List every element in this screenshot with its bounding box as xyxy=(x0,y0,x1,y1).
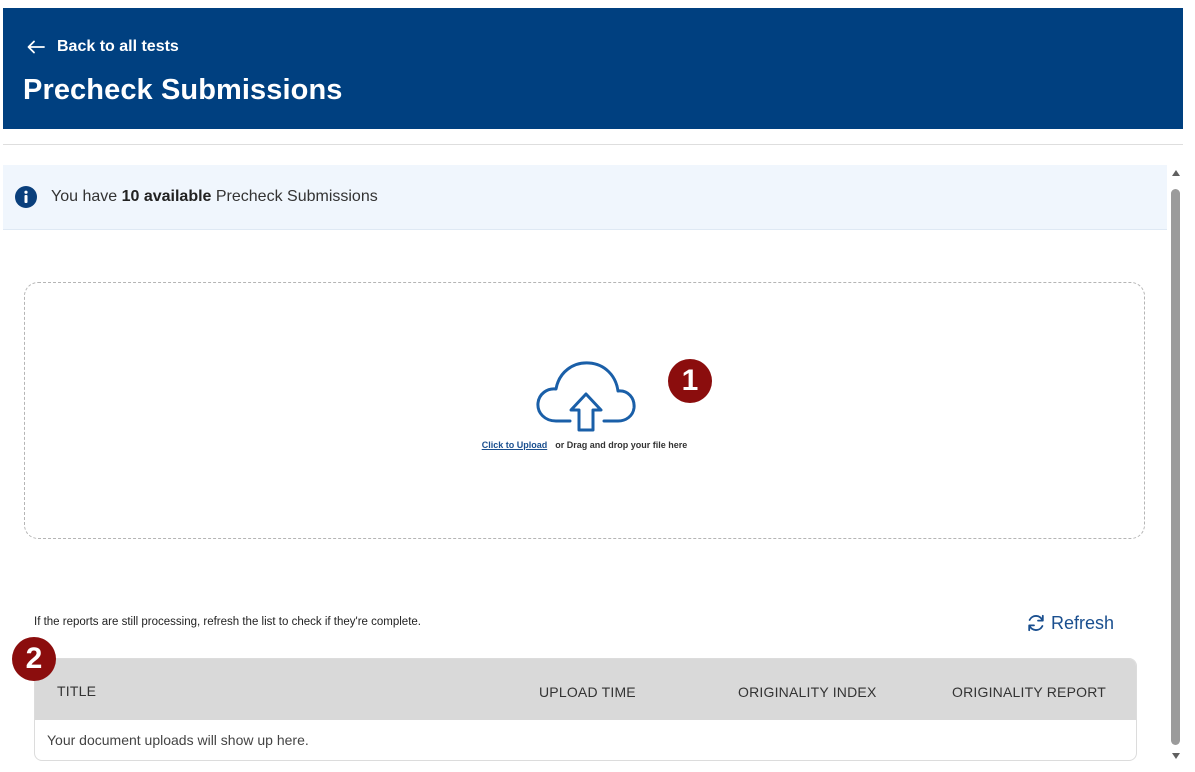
column-header-originality-index[interactable]: ORIGINALITY INDEX xyxy=(738,684,877,700)
table-header: TITLE UPLOAD TIME ORIGINALITY INDEX ORIG… xyxy=(35,659,1136,720)
back-link-label: Back to all tests xyxy=(57,38,179,55)
back-to-all-tests-link[interactable]: Back to all tests xyxy=(27,36,179,58)
info-suffix: Precheck Submissions xyxy=(211,188,378,205)
annotation-badge-2: 2 xyxy=(12,637,56,681)
annotation-badge-1: 1 xyxy=(668,359,712,403)
column-header-originality-report[interactable]: ORIGINALITY REPORT xyxy=(952,684,1106,700)
upload-instructions: Click to Upload or Drag and drop your fil… xyxy=(25,440,1144,450)
column-header-title[interactable]: TITLE xyxy=(57,683,96,699)
drag-drop-hint: or Drag and drop your file here xyxy=(555,440,688,450)
scroll-up-arrow[interactable] xyxy=(1172,170,1180,176)
cloud-upload-icon xyxy=(536,361,636,432)
info-banner: You have 10 available Precheck Submissio… xyxy=(3,165,1167,230)
file-dropzone[interactable]: Click to Upload or Drag and drop your fil… xyxy=(24,282,1145,539)
processing-note: If the reports are still processing, ref… xyxy=(34,616,421,628)
available-count: 10 available xyxy=(121,188,212,205)
vertical-scrollbar[interactable] xyxy=(1168,165,1183,765)
header-divider xyxy=(3,144,1183,145)
scroll-thumb[interactable] xyxy=(1171,189,1180,745)
submissions-table: TITLE UPLOAD TIME ORIGINALITY INDEX ORIG… xyxy=(34,658,1137,761)
arrow-left-icon xyxy=(27,40,45,54)
info-icon xyxy=(15,186,37,208)
page-header: Back to all tests Precheck Submissions xyxy=(3,8,1183,129)
table-empty-message: Your document uploads will show up here. xyxy=(47,732,309,748)
column-header-upload-time[interactable]: UPLOAD TIME xyxy=(539,684,636,700)
scroll-down-arrow[interactable] xyxy=(1172,753,1180,759)
info-prefix: You have xyxy=(51,188,122,205)
refresh-label: Refresh xyxy=(1051,612,1115,633)
info-text: You have 10 available Precheck Submissio… xyxy=(51,188,378,206)
refresh-icon xyxy=(1028,614,1044,632)
click-to-upload-link[interactable]: Click to Upload xyxy=(482,440,548,450)
refresh-button[interactable]: Refresh xyxy=(1026,611,1114,635)
page-title: Precheck Submissions xyxy=(23,74,343,106)
